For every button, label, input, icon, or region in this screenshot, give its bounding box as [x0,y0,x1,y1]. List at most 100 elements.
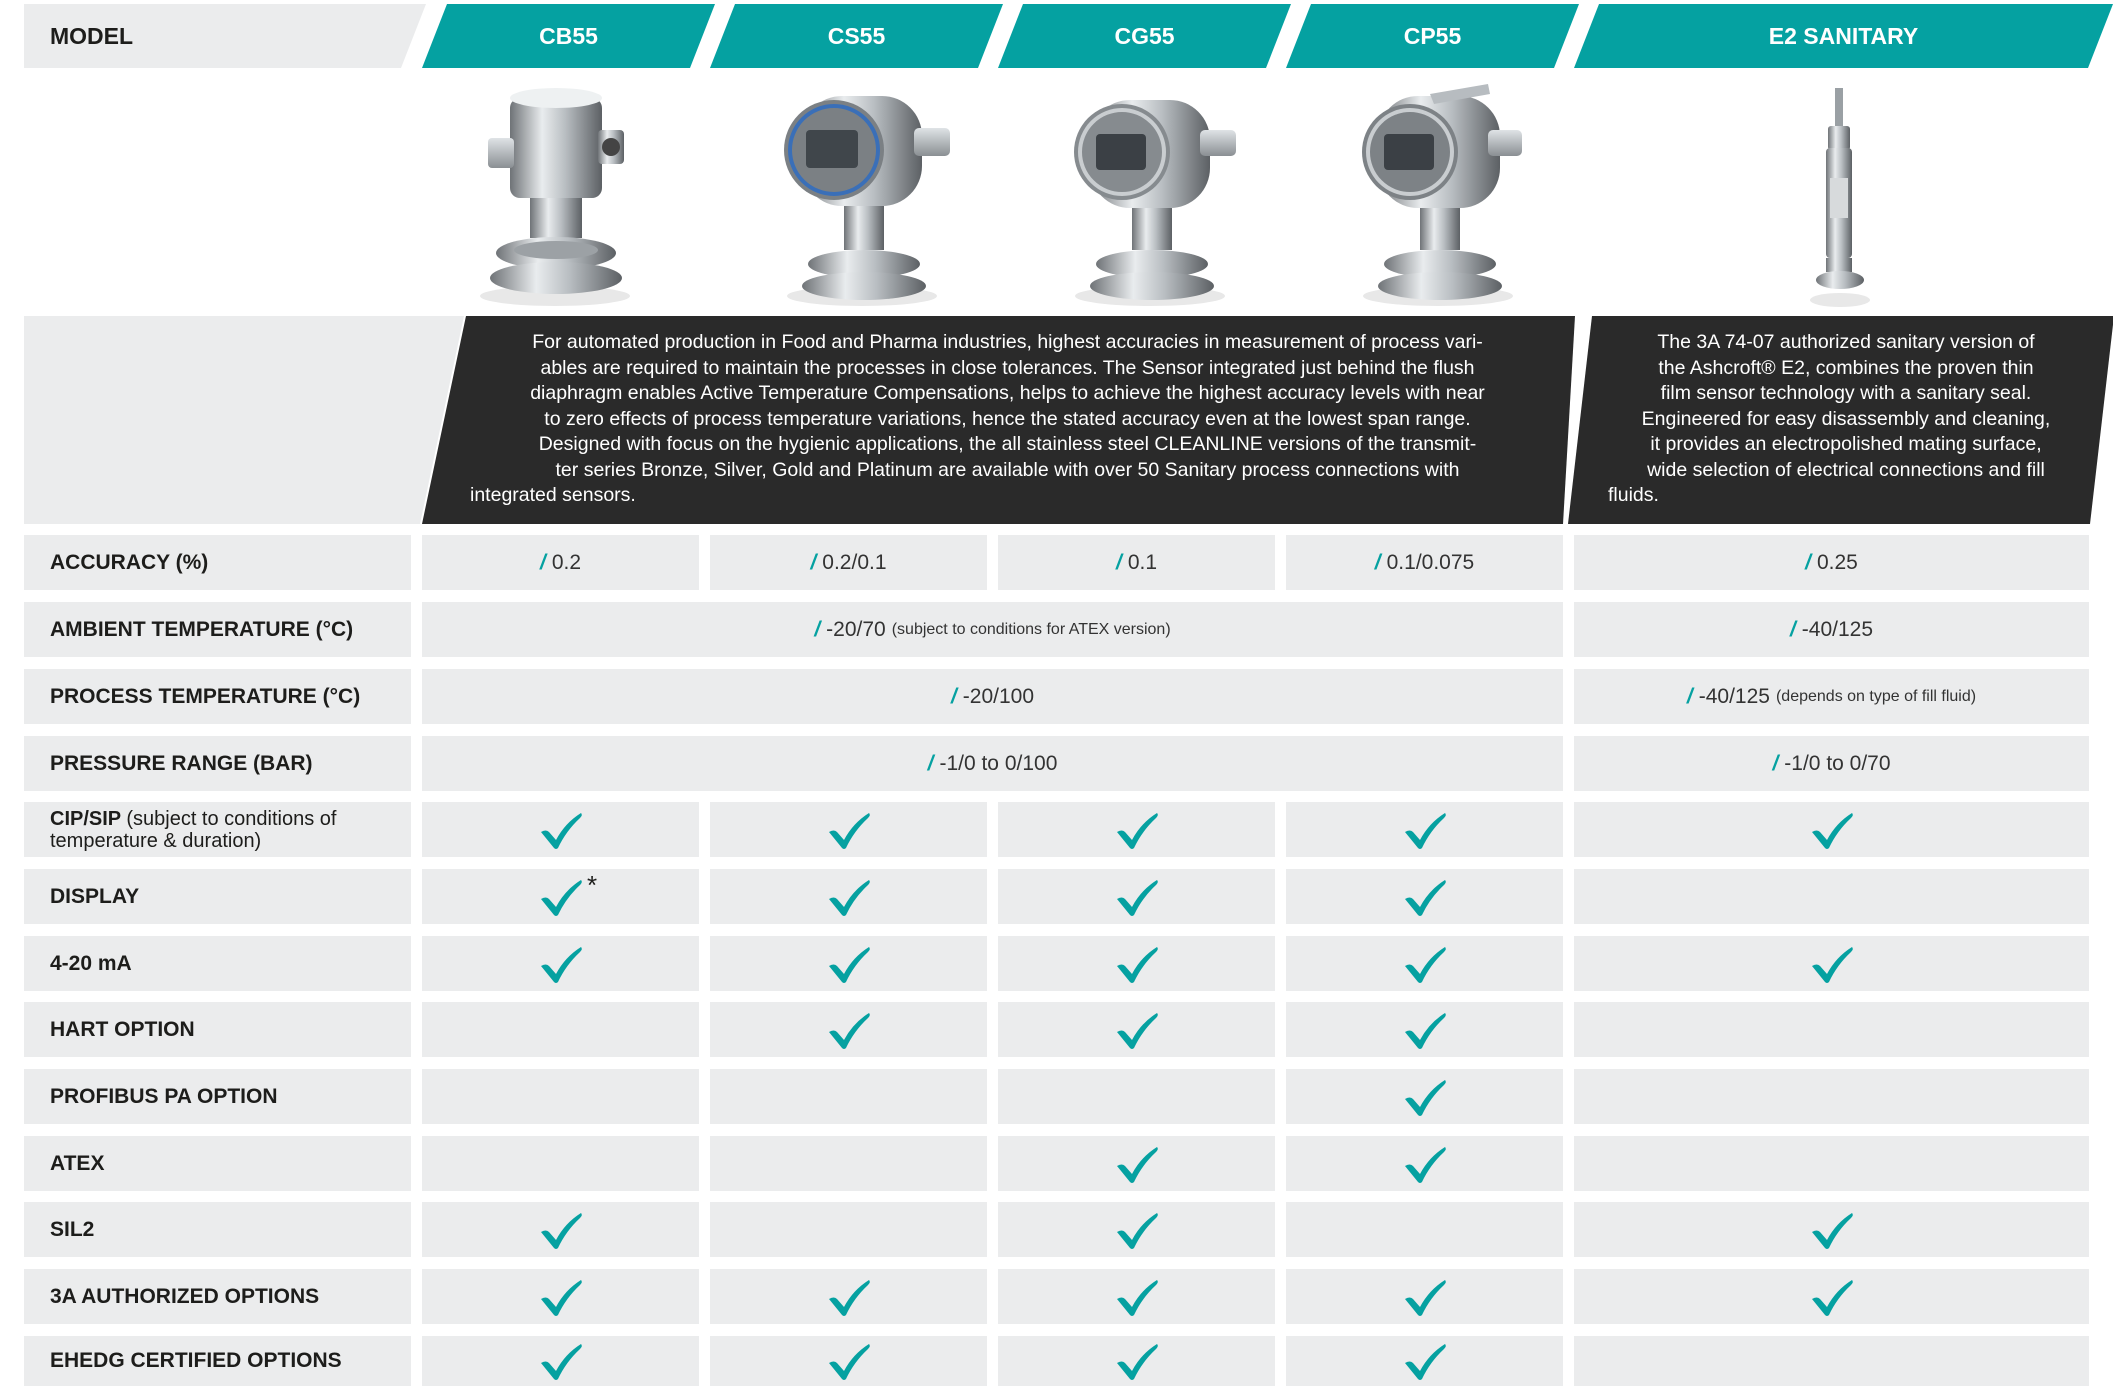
check-icon [1404,1079,1446,1116]
threea-cb55-check [422,1269,699,1324]
process-temperature-main: / -20/100 [422,669,1563,724]
check-icon [1116,1344,1158,1380]
threea-cg55-check [998,1269,1275,1324]
description-e2-line: the Ashcroft® E2, combines the proven th… [1658,356,2034,379]
hart-cb55-check [422,1002,699,1057]
check-icon [828,812,870,849]
display-e2-check [1574,869,2089,924]
check-icon [1404,946,1446,983]
model-header-cs55: CS55 [710,4,1003,68]
ehedg-cp55-check [1286,1336,1563,1386]
row-label-hart-option: HART OPTION [24,1002,411,1057]
description-e2-line: Engineered for easy disassembly and clea… [1641,407,2051,430]
check-icon [828,946,870,983]
check-icon [1404,812,1446,849]
sil2-cg55-check [998,1202,1275,1257]
description-e2-line: fluids. [1608,484,1659,506]
display-cb55-check [422,869,699,924]
e2-sanitary-product-image [1810,88,1870,307]
threea-cp55-check [1286,1269,1563,1324]
ehedg-cb55-check [422,1336,699,1386]
cp55-product-image [1362,84,1522,306]
display-cs55-check [710,869,987,924]
accuracy-value: 0.2 [551,550,582,574]
ambient-temperature-e2: / -40/125 [1574,602,2089,657]
row-label-3a-authorized-options: 3A AUTHORIZED OPTIONS [24,1269,411,1324]
check-icon [1404,1012,1446,1049]
row-label-ambient-temperature: AMBIENT TEMPERATURE (°C) [24,602,411,657]
model-header: MODEL [24,4,426,68]
accuracy-value: 0.2/0.1 [822,550,887,574]
ma-cb55-check [422,936,699,991]
row-label-accuracy: ACCURACY (%) [24,535,411,590]
atex-cp55-check [1286,1136,1563,1191]
ambient-note: (subject to conditions for ATEX version) [891,620,1171,638]
description-main: For automated production in Food and Pha… [422,316,1575,524]
ambient-value: -20/70 [826,617,886,641]
display-cp55-check [1286,869,1563,924]
pressure-range-e2: / -1/0 to 0/70 [1574,736,2089,791]
atex-e2-check [1574,1136,2089,1191]
process-temperature-e2: / -40/125 (depends on type of fill fluid) [1574,669,2089,724]
description-e2: The 3A 74-07 authorized sanitary version… [1568,316,2113,524]
hart-cg55-check [998,1002,1275,1057]
cg55-product-image [1074,100,1236,306]
description-main-line: ables are required to maintain the proce… [540,356,1475,379]
ehedg-e2-check [1574,1336,2089,1386]
row-label-sil2: SIL2 [24,1202,411,1257]
check-icon [1116,879,1158,916]
cip-sip-e2-check [1574,802,2089,857]
threea-e2-check [1574,1269,2089,1324]
row-label-atex: ATEX [24,1136,411,1191]
check-icon [1404,1279,1446,1316]
sil2-cp55-check [1286,1202,1563,1257]
check-icon [1116,1279,1158,1316]
check-icon [1116,1012,1158,1049]
cip-sip-label-note: (subject to conditions of [126,807,337,830]
check-icon [1116,812,1158,849]
model-header-cg55: CG55 [998,4,1291,68]
profibus-cg55-check [998,1069,1275,1124]
description-e2-line: it provides an electropolished mating su… [1650,433,2042,455]
ehedg-cg55-check [998,1336,1275,1386]
check-icon [1811,1212,1853,1249]
check-icon [540,946,582,983]
check-icon [540,1279,582,1316]
description-main-line: For automated production in Food and Pha… [532,331,1483,353]
row-label-ehedg-certified-options: EHEDG CERTIFIED OPTIONS [24,1336,411,1386]
check-icon [1404,879,1446,916]
pressure-range-main: / -1/0 to 0/100 [422,736,1563,791]
check-icon [1116,1146,1158,1183]
cb55-product-image [480,88,630,306]
cs55-product-image [784,96,950,306]
description-e2-line: The 3A 74-07 authorized sanitary version… [1657,331,2035,353]
check-icon [828,1344,870,1380]
description-main-line: integrated sensors. [470,484,636,506]
check-icon [540,812,582,849]
check-icon [828,1279,870,1316]
accuracy-cg55: /0.1 [998,535,1275,590]
row-label-process-temperature: PROCESS TEMPERATURE (°C) [24,669,411,724]
process-value-e2: -40/125 [1698,684,1770,708]
process-note: (depends on type of fill fluid) [1775,687,1977,705]
check-icon [1811,1279,1853,1316]
atex-cg55-check [998,1136,1275,1191]
accuracy-value: 0.25 [1816,550,1858,574]
ma-cs55-check [710,936,987,991]
description-spacer [24,316,464,524]
model-header-e2-sanitary: E2 SANITARY [1574,4,2113,68]
ambient-temperature-main: / -20/70 (subject to conditions for ATEX v… [422,602,1563,657]
check-icon [1404,1146,1446,1183]
description-e2-line: wide selection of electrical connections… [1647,458,2045,481]
cip-sip-label-line2: temperature & duration) [50,829,262,852]
cip-sip-cp55-check [1286,802,1563,857]
profibus-cp55-check [1286,1069,1563,1124]
check-icon [1404,1344,1446,1380]
check-icon [828,879,870,916]
cip-sip-label-line1: CIP/SIP (subject to conditions of [50,808,336,830]
sil2-cb55-check [422,1202,699,1257]
check-icon [828,1012,870,1049]
accuracy-cp55: /0.1/0.075 [1286,535,1563,590]
description-main-line: diaphragm enables Active Temperature Com… [530,382,1485,404]
check-icon [540,1344,582,1380]
